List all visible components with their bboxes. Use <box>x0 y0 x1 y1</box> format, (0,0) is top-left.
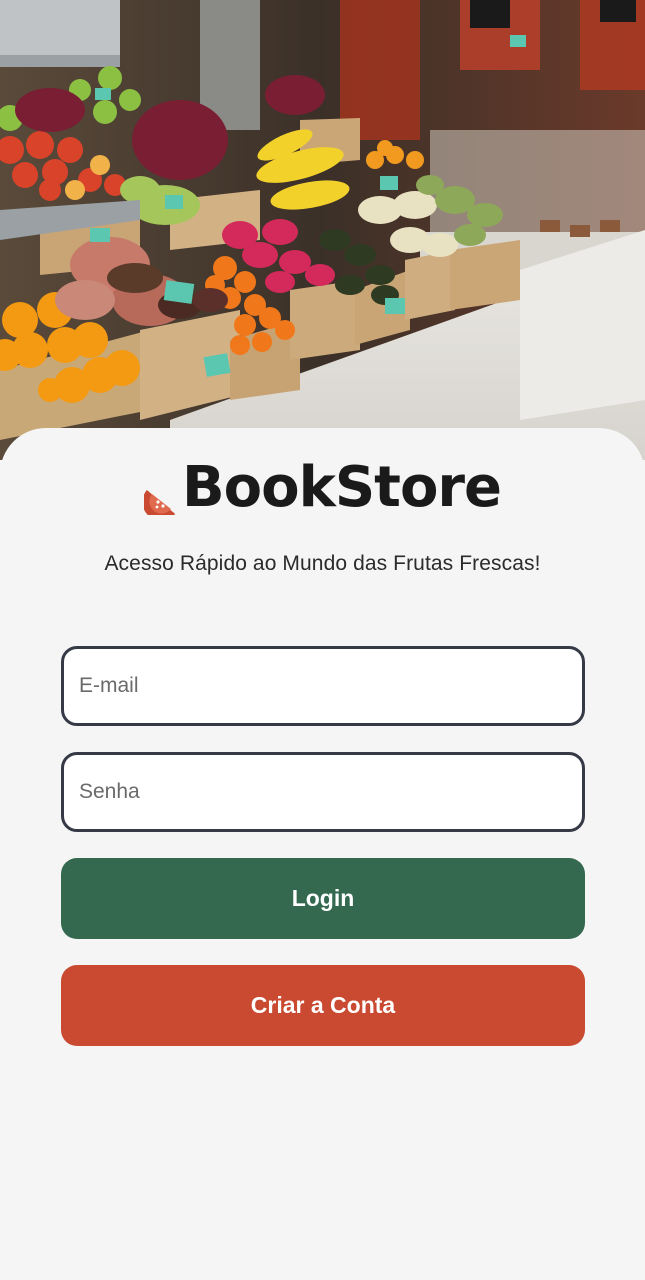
login-screen: BookStore Acesso Rápido ao Mundo das Fru… <box>0 0 645 1280</box>
fruit-market-illustration <box>0 0 645 460</box>
email-input[interactable] <box>64 649 582 723</box>
watermelon-slice-icon <box>143 490 176 515</box>
brand-logo: BookStore <box>0 460 645 516</box>
hero-image <box>0 0 645 460</box>
create-account-button[interactable]: Criar a Conta <box>61 965 585 1046</box>
app-title: BookStore <box>181 455 502 520</box>
login-card: BookStore Acesso Rápido ao Mundo das Fru… <box>0 428 645 1280</box>
password-field-wrapper <box>61 752 585 832</box>
password-input[interactable] <box>64 755 582 829</box>
tagline: Acesso Rápido ao Mundo das Frutas Fresca… <box>104 552 541 575</box>
login-button[interactable]: Login <box>61 858 585 939</box>
email-field-wrapper <box>61 646 585 726</box>
